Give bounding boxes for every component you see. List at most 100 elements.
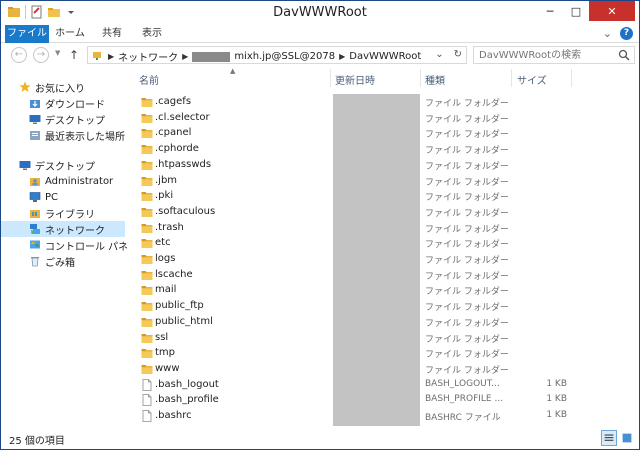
file-row[interactable]: .pki ファイル フォルダー <box>127 188 639 204</box>
chevron-right-icon[interactable]: ▶ <box>339 52 345 61</box>
nav-label: ごみ箱 <box>45 257 75 269</box>
file-type: ファイル フォルダー <box>425 130 509 141</box>
file-row[interactable]: .bash_logout BASH_LOGOUT... 1 KB <box>127 377 639 393</box>
breadcrumb-davwwwroot[interactable]: DavWWWRoot <box>349 51 421 62</box>
large-icons-view-icon[interactable] <box>619 430 635 446</box>
file-row[interactable]: public_html ファイル フォルダー <box>127 314 639 330</box>
file-row[interactable]: .softaculous ファイル フォルダー <box>127 204 639 220</box>
file-type: ファイル フォルダー <box>425 224 509 235</box>
file-row[interactable]: lscache ファイル フォルダー <box>127 267 639 283</box>
ribbon-expand-icon[interactable]: ⌄ <box>603 27 612 40</box>
folder-icon <box>141 255 153 264</box>
redacted-text <box>192 51 231 62</box>
file-name: .cpanel <box>155 127 192 139</box>
close-button[interactable]: ✕ <box>589 1 635 21</box>
tab-share[interactable]: 共有 <box>97 25 127 43</box>
recent-locations-icon[interactable]: ▼ <box>55 49 60 57</box>
column-divider[interactable] <box>420 69 421 87</box>
file-name: .cphorde <box>155 143 199 155</box>
nav-pc[interactable]: PC <box>29 189 125 205</box>
column-divider[interactable] <box>511 69 512 87</box>
status-bar: 25 個の項目 <box>1 428 639 449</box>
nav-label: PC <box>45 191 59 203</box>
up-button[interactable]: ↑ <box>69 48 79 62</box>
file-row[interactable]: .trash ファイル フォルダー <box>127 220 639 236</box>
nav-libraries[interactable]: ライブラリ <box>29 205 125 221</box>
file-row[interactable]: .bashrc BASHRC ファイル 1 KB <box>127 408 639 424</box>
column-modified[interactable]: 更新日時 <box>335 72 375 87</box>
search-box[interactable] <box>473 46 635 64</box>
navigation-row: ← → ▼ ↑ ▶ ネットワーク ▶ mixh.jp@SSL@2078 ▶ Da… <box>1 44 639 66</box>
nav-desktop-favorite[interactable]: デスクトップ <box>29 111 125 127</box>
back-button[interactable]: ← <box>11 47 27 63</box>
folder-icon <box>141 223 153 233</box>
nav-network[interactable]: ネットワーク <box>1 221 125 237</box>
details-view-icon[interactable] <box>601 430 617 446</box>
title-bar[interactable]: DavWWWRoot ─ □ ✕ <box>1 1 639 25</box>
file-name: .cagefs <box>155 96 192 107</box>
breadcrumb-network[interactable]: ネットワーク <box>118 49 178 64</box>
breadcrumb-host[interactable]: mixh.jp@SSL@2078 <box>234 51 335 62</box>
item-count: 25 個の項目 <box>9 436 65 447</box>
column-divider[interactable] <box>330 69 331 87</box>
refresh-icon[interactable]: ↻ <box>454 49 462 60</box>
file-size: 1 KB <box>546 394 567 405</box>
folder-icon <box>141 145 153 155</box>
folder-icon <box>141 349 153 359</box>
chevron-right-icon[interactable]: ▶ <box>108 52 114 61</box>
file-row[interactable]: mail ファイル フォルダー <box>127 282 639 298</box>
folder-icon <box>141 333 153 343</box>
computer-icon <box>29 192 41 202</box>
file-row[interactable]: www ファイル フォルダー <box>127 361 639 377</box>
nav-recycle-bin[interactable]: ごみ箱 <box>29 253 125 269</box>
file-row[interactable]: .jbm ファイル フォルダー <box>127 173 639 189</box>
column-size[interactable]: サイズ <box>517 72 547 87</box>
nav-control-panel[interactable]: コントロール パネル <box>29 237 138 253</box>
minimize-button[interactable]: ─ <box>537 1 563 21</box>
file-row[interactable]: .cphorde ファイル フォルダー <box>127 141 639 157</box>
file-icon <box>142 378 152 391</box>
nav-desktop[interactable]: デスクトップ <box>19 157 125 173</box>
recent-places-icon <box>30 131 40 140</box>
nav-favorites[interactable]: お気に入り <box>19 79 125 95</box>
column-divider[interactable] <box>571 69 572 87</box>
nav-recent-places[interactable]: 最近表示した場所 <box>29 127 125 143</box>
file-row[interactable]: tmp ファイル フォルダー <box>127 345 639 361</box>
folder-icon <box>141 364 153 374</box>
file-name: mail <box>155 284 177 296</box>
file-row[interactable]: logs ファイル フォルダー <box>127 251 639 267</box>
column-type[interactable]: 種類 <box>425 72 445 87</box>
file-row[interactable]: .cagefs ファイル フォルダー <box>127 94 639 110</box>
address-bar[interactable]: ▶ ネットワーク ▶ mixh.jp@SSL@2078 ▶ DavWWWRoot… <box>87 46 467 64</box>
file-row[interactable]: etc ファイル フォルダー <box>127 235 639 251</box>
tab-view[interactable]: 表示 <box>137 25 167 43</box>
tab-home[interactable]: ホーム <box>55 25 85 43</box>
file-type: ファイル フォルダー <box>425 240 509 251</box>
file-name: public_html <box>155 315 213 327</box>
search-input[interactable] <box>479 49 615 61</box>
file-row[interactable]: .cpanel ファイル フォルダー <box>127 125 639 141</box>
folder-icon <box>141 98 153 107</box>
file-row[interactable]: .htpasswds ファイル フォルダー <box>127 157 639 173</box>
file-row[interactable]: public_ftp ファイル フォルダー <box>127 298 639 314</box>
chevron-right-icon[interactable]: ▶ <box>182 52 188 61</box>
search-icon[interactable] <box>618 49 630 61</box>
forward-button[interactable]: → <box>33 47 49 63</box>
nav-label: Administrator <box>45 175 114 187</box>
folder-icon <box>141 286 153 296</box>
file-type: ファイル フォルダー <box>425 365 509 376</box>
column-name[interactable]: 名前 <box>139 72 159 87</box>
address-dropdown-icon[interactable]: ⌄ <box>435 49 443 60</box>
nav-administrator[interactable]: Administrator <box>29 173 125 189</box>
file-row[interactable]: .bash_profile BASH_PROFILE ... 1 KB <box>127 392 639 408</box>
help-icon[interactable]: ? <box>620 27 633 40</box>
nav-downloads[interactable]: ダウンロード <box>29 95 125 111</box>
maximize-button[interactable]: □ <box>563 1 589 21</box>
folder-icon <box>141 192 153 202</box>
tab-file[interactable]: ファイル <box>5 25 49 43</box>
file-name: .softaculous <box>155 205 216 217</box>
file-type: ファイル フォルダー <box>425 303 509 314</box>
file-name: .bash_logout <box>155 378 219 390</box>
file-row[interactable]: .cl.selector ファイル フォルダー <box>127 110 639 126</box>
file-row[interactable]: ssl ファイル フォルダー <box>127 330 639 346</box>
